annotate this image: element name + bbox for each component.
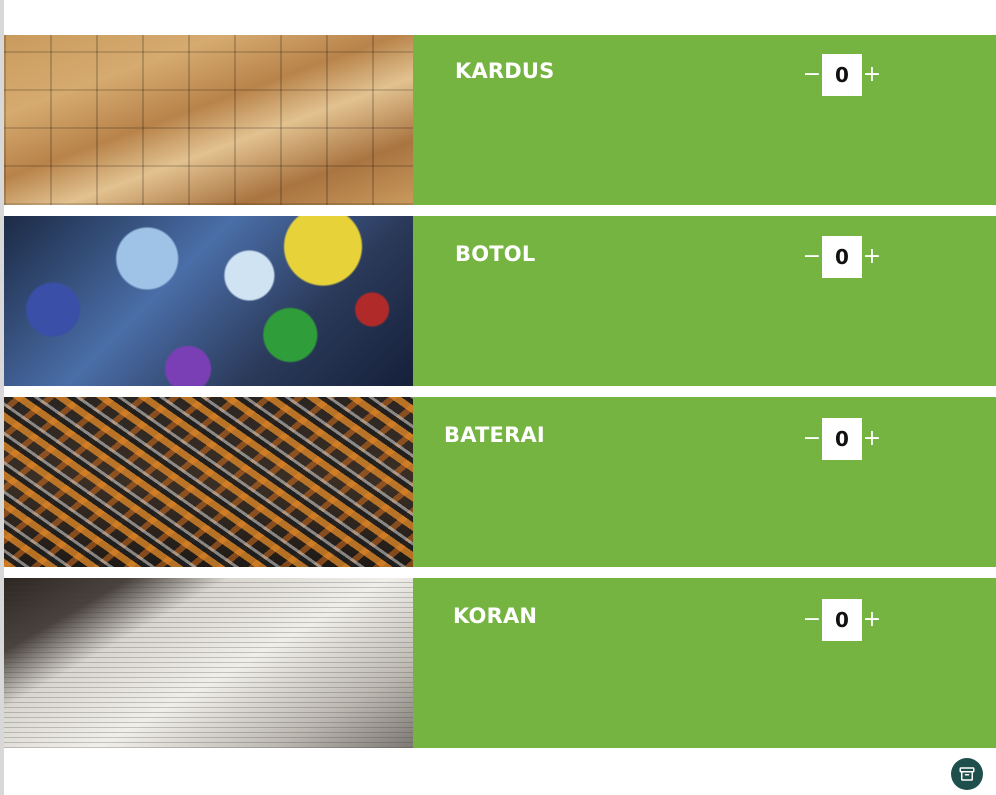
koran-image bbox=[4, 578, 413, 748]
koran-quantity-stepper: − 0 + bbox=[801, 599, 883, 641]
baterai-decrement-button[interactable]: − bbox=[801, 418, 823, 460]
kardus-panel: KARDUS − 0 + bbox=[413, 35, 996, 205]
botol-quantity-field[interactable]: 0 bbox=[822, 236, 862, 278]
kardus-image bbox=[4, 35, 413, 205]
botol-decrement-button[interactable]: − bbox=[801, 236, 823, 278]
botol-quantity-stepper: − 0 + bbox=[801, 236, 883, 278]
kardus-decrement-button[interactable]: − bbox=[801, 54, 823, 96]
baterai-label: BATERAI bbox=[444, 423, 545, 447]
botol-image bbox=[4, 216, 413, 386]
koran-increment-button[interactable]: + bbox=[861, 599, 883, 641]
category-row-baterai: BATERAI − 0 + bbox=[4, 397, 996, 567]
category-row-koran: KORAN − 0 + bbox=[4, 578, 996, 748]
archive-button[interactable] bbox=[951, 758, 983, 790]
baterai-panel: BATERAI − 0 + bbox=[413, 397, 996, 567]
kardus-label: KARDUS bbox=[455, 59, 555, 83]
koran-quantity-field[interactable]: 0 bbox=[822, 599, 862, 641]
category-row-botol: BOTOL − 0 + bbox=[4, 216, 996, 386]
archive-icon bbox=[959, 767, 975, 781]
botol-label: BOTOL bbox=[455, 242, 536, 266]
baterai-increment-button[interactable]: + bbox=[861, 418, 883, 460]
baterai-image bbox=[4, 397, 413, 567]
baterai-quantity-field[interactable]: 0 bbox=[822, 418, 862, 460]
kardus-quantity-stepper: − 0 + bbox=[801, 54, 883, 96]
kardus-increment-button[interactable]: + bbox=[861, 54, 883, 96]
waste-category-page: KARDUS − 0 + BOTOL − 0 + BATERAI − 0 + K… bbox=[0, 0, 996, 795]
koran-panel: KORAN − 0 + bbox=[413, 578, 996, 748]
koran-label: KORAN bbox=[453, 604, 538, 628]
category-row-kardus: KARDUS − 0 + bbox=[4, 35, 996, 205]
kardus-quantity-field[interactable]: 0 bbox=[822, 54, 862, 96]
koran-decrement-button[interactable]: − bbox=[801, 599, 823, 641]
botol-panel: BOTOL − 0 + bbox=[413, 216, 996, 386]
baterai-quantity-stepper: − 0 + bbox=[801, 418, 883, 460]
botol-increment-button[interactable]: + bbox=[861, 236, 883, 278]
